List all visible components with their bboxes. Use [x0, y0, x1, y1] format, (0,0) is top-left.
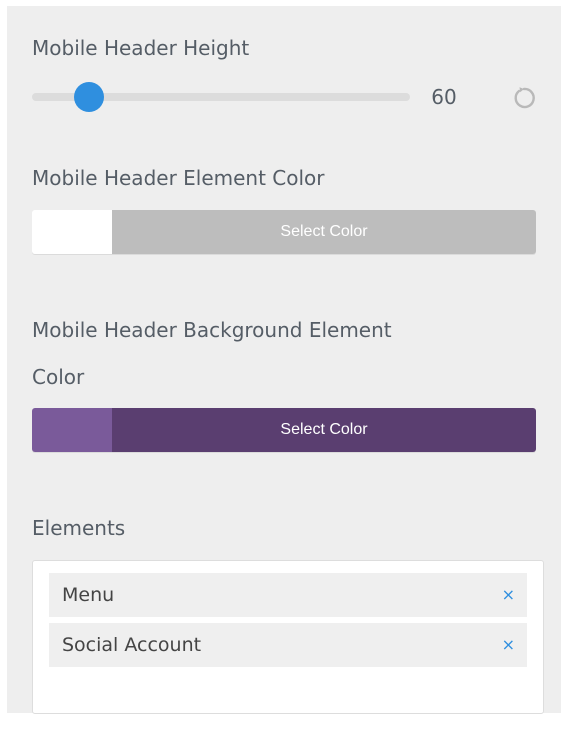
- background-color-swatch[interactable]: [32, 408, 112, 452]
- background-select-color-button[interactable]: Select Color: [112, 408, 536, 452]
- remove-icon[interactable]: ×: [502, 623, 515, 667]
- list-item-menu[interactable]: Menu ×: [49, 573, 527, 617]
- mobile-header-settings-panel: Mobile Header Height 60 Mobile Header El…: [7, 6, 561, 714]
- element-select-color-button[interactable]: Select Color: [112, 210, 536, 254]
- list-item-social-account[interactable]: Social Account ×: [49, 623, 527, 667]
- header-height-title: Mobile Header Height: [32, 36, 250, 60]
- background-color-title-line1: Mobile Header Background Element: [32, 318, 392, 342]
- element-color-title: Mobile Header Element Color: [32, 166, 325, 190]
- slider-handle[interactable]: [73, 82, 104, 112]
- reset-icon[interactable]: [510, 84, 538, 112]
- elements-list: Menu × Social Account ×: [32, 560, 544, 714]
- background-color-title-line2: Color: [32, 365, 85, 389]
- element-label: Social Account: [62, 634, 202, 656]
- header-height-slider[interactable]: [32, 82, 410, 112]
- header-height-value: 60: [431, 85, 457, 109]
- element-color-picker[interactable]: Select Color: [32, 210, 536, 254]
- element-color-swatch[interactable]: [32, 210, 112, 254]
- element-label: Menu: [62, 584, 115, 606]
- elements-title: Elements: [32, 516, 126, 540]
- background-color-picker[interactable]: Select Color: [32, 408, 536, 452]
- remove-icon[interactable]: ×: [502, 573, 515, 617]
